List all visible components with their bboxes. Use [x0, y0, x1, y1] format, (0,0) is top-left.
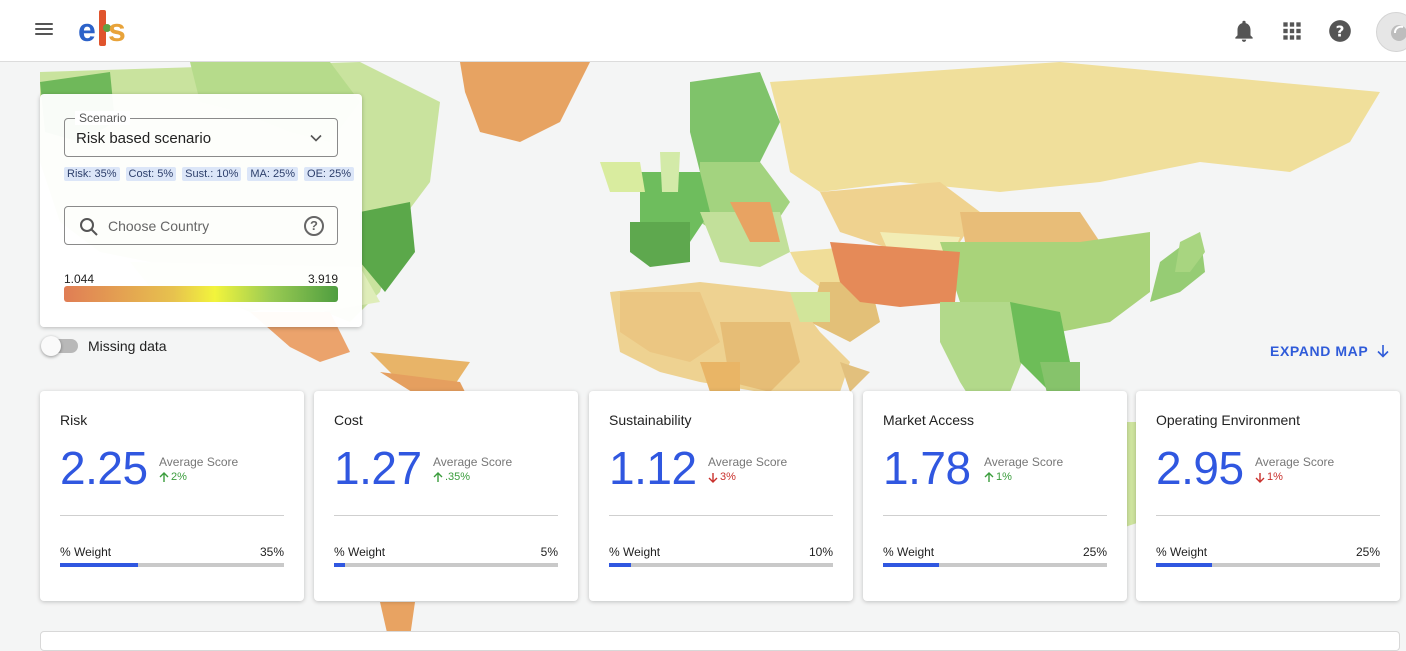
card-weight-value: 35% [259, 545, 284, 559]
card-weight-value: 25% [1082, 545, 1107, 559]
card-title: Market Access [883, 412, 975, 428]
scenario-label: Scenario [75, 111, 131, 125]
card-change-value: .35% [445, 471, 471, 483]
card-change: 2% [159, 471, 187, 483]
menu-icon[interactable] [33, 20, 55, 42]
expand-map-button[interactable]: EXPAND MAP [1270, 343, 1390, 359]
weight-chip-risk: Risk: 35% [64, 167, 120, 181]
arrow-up-icon [433, 471, 443, 482]
arrow-up-icon [984, 471, 994, 482]
card-subtitle: Average Score [708, 455, 788, 469]
color-scale-bar [64, 286, 338, 302]
bell-icon[interactable] [1231, 18, 1257, 44]
card-change-value: 1% [996, 471, 1012, 483]
card-divider [1156, 515, 1380, 516]
search-help-icon[interactable]: ? [304, 216, 324, 236]
card-weight-label: % Weight [883, 545, 935, 559]
card-score: 2.95 [1156, 442, 1244, 494]
card-subtitle: Average Score [1255, 455, 1335, 469]
scale-min-value: 1.044 [64, 272, 95, 286]
apps-grid-icon[interactable] [1279, 18, 1305, 44]
card-change: .35% [433, 471, 470, 483]
card-title: Risk [60, 412, 88, 428]
card-title: Sustainability [609, 412, 692, 428]
weight-chip-market-access: MA: 25% [247, 167, 299, 181]
weight-chip-sustainability: Sust.: 10% [182, 167, 242, 181]
kpi-card-cost[interactable]: Cost 1.27 Average Score .35% % Weight 5% [314, 391, 578, 601]
missing-data-label: Missing data [88, 338, 167, 354]
els-logo[interactable]: es [78, 10, 138, 50]
card-weight-value: 10% [808, 545, 833, 559]
card-score: 1.78 [883, 442, 971, 494]
card-weight-fill [334, 563, 346, 567]
card-score: 1.27 [334, 442, 422, 494]
card-title: Operating Environment [1156, 412, 1300, 428]
card-weight-fill [1156, 563, 1212, 567]
arrow-down-icon [1255, 472, 1265, 483]
card-change: 1% [1255, 471, 1283, 483]
card-weight-track [883, 563, 1107, 567]
toggle-knob [41, 336, 61, 356]
arrow-down-icon [1377, 345, 1389, 358]
scenario-weights: Risk: 35% Cost: 5% Sust.: 10% MA: 25% OE… [64, 167, 355, 181]
country-search-input[interactable] [108, 216, 288, 236]
chevron-down-icon [310, 134, 322, 142]
avatar[interactable] [1376, 12, 1406, 52]
search-icon [80, 218, 98, 236]
card-subtitle: Average Score [433, 455, 513, 469]
card-weight-fill [609, 563, 632, 567]
card-change: 1% [984, 471, 1012, 483]
card-score: 2.25 [60, 442, 148, 494]
card-weight-label: % Weight [609, 545, 661, 559]
scale-max-value: 3.919 [307, 272, 338, 286]
kpi-card-risk[interactable]: Risk 2.25 Average Score 2% % Weight 35% [40, 391, 304, 601]
card-weight-label: % Weight [60, 545, 112, 559]
card-weight-track [60, 563, 284, 567]
kpi-card-sustainability[interactable]: Sustainability 1.12 Average Score 3% % Weigh… [589, 391, 853, 601]
weight-chip-cost: Cost: 5% [125, 167, 177, 181]
scenario-selected-value: Risk based scenario [76, 130, 212, 147]
arrow-down-icon [708, 472, 718, 483]
kpi-card-market-access[interactable]: Market Access 1.78 Average Score 1% % Weight… [863, 391, 1127, 601]
card-subtitle: Average Score [159, 455, 239, 469]
card-divider [883, 515, 1107, 516]
card-weight-track [609, 563, 833, 567]
card-divider [334, 515, 558, 516]
country-search: ? [64, 206, 338, 245]
card-change-value: 2% [171, 471, 187, 483]
card-change: 3% [708, 471, 736, 483]
card-title: Cost [334, 412, 363, 428]
card-subtitle: Average Score [984, 455, 1064, 469]
card-change-value: 3% [720, 471, 736, 483]
card-divider [609, 515, 833, 516]
card-weight-value: 5% [540, 545, 558, 559]
card-weight-label: % Weight [334, 545, 386, 559]
svg-text:?: ? [1336, 22, 1345, 40]
top-app-bar: es ? [0, 0, 1406, 62]
card-weight-label: % Weight [1156, 545, 1208, 559]
card-weight-value: 25% [1355, 545, 1380, 559]
card-score: 1.12 [609, 442, 697, 494]
scenario-select[interactable]: Scenario Risk based scenario [64, 111, 338, 157]
help-icon[interactable]: ? [1327, 18, 1353, 44]
kpi-card-operating-environment[interactable]: Operating Environment 2.95 Average Score 1%… [1136, 391, 1400, 601]
card-weight-fill [883, 563, 939, 567]
card-weight-track [1156, 563, 1380, 567]
weight-chip-operating-environment: OE: 25% [304, 167, 355, 181]
arrow-up-icon [159, 471, 169, 482]
bottom-panel [40, 631, 1400, 651]
card-divider [60, 515, 284, 516]
expand-map-label: EXPAND MAP [1270, 343, 1369, 359]
card-weight-fill [60, 563, 139, 567]
scenario-panel: Scenario Risk based scenario Risk: 35% C… [40, 94, 362, 327]
card-change-value: 1% [1267, 471, 1283, 483]
missing-data-toggle[interactable] [41, 336, 78, 356]
card-weight-track [334, 563, 558, 567]
